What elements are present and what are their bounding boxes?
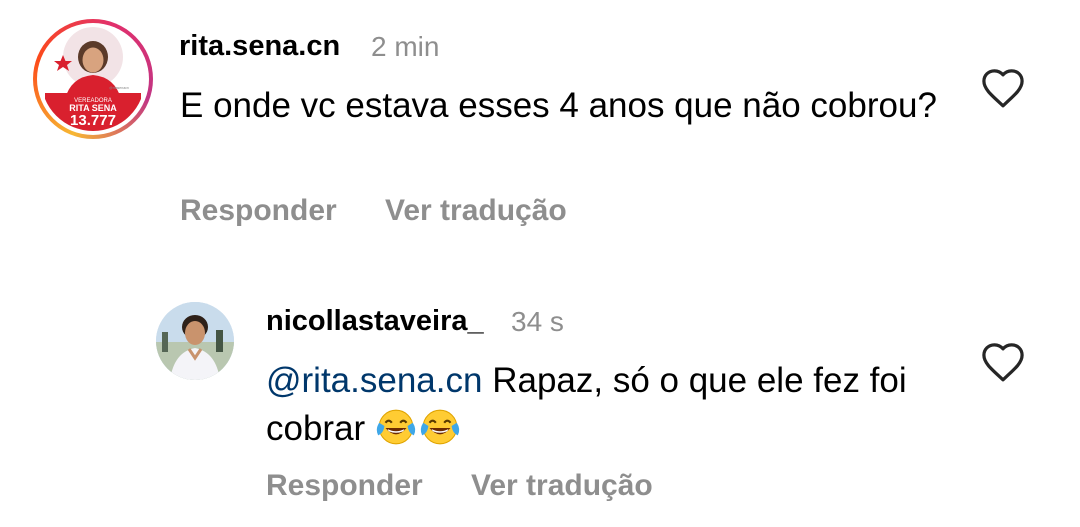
avatar-label-handle: @ritasenacn (109, 86, 129, 90)
face-with-tears-of-joy-icon (375, 408, 417, 446)
heart-outline-icon[interactable] (980, 341, 1026, 383)
comment-timestamp: 2 min (371, 31, 440, 62)
heart-outline-icon[interactable] (980, 67, 1026, 109)
campaign-portrait-image: VEREADORA RITA SENA 13.777 @ritasenacn (41, 27, 145, 131)
see-translation-button[interactable]: Ver tradução (385, 194, 567, 228)
comment-text: E onde vc estava esses 4 anos que não co… (180, 86, 937, 125)
reply-button[interactable]: Responder (180, 194, 337, 228)
avatar-photo: VEREADORA RITA SENA 13.777 @ritasenacn (41, 27, 145, 131)
reply-see-translation-button[interactable]: Ver tradução (471, 469, 653, 503)
comments-thread: VEREADORA RITA SENA 13.777 @ritasenacn r… (0, 0, 1080, 527)
face-with-tears-of-joy-icon (419, 408, 461, 446)
avatar-label-number: 13.777 (70, 112, 116, 129)
profile-photo-image (156, 302, 234, 380)
reply-text-block: @rita.sena.cn Rapaz, só o que ele fez fo… (266, 357, 956, 453)
reply-reply-button[interactable]: Responder (266, 469, 423, 503)
rita-sena-avatar[interactable]: VEREADORA RITA SENA 13.777 @ritasenacn (33, 19, 153, 139)
comment-username[interactable]: rita.sena.cn (179, 30, 340, 63)
reply-timestamp: 34 s (511, 306, 564, 337)
mention-link[interactable]: @rita.sena.cn (266, 361, 482, 400)
nicollastaveira-avatar[interactable] (156, 302, 234, 380)
reply-username[interactable]: nicollastaveira_ (266, 305, 484, 338)
